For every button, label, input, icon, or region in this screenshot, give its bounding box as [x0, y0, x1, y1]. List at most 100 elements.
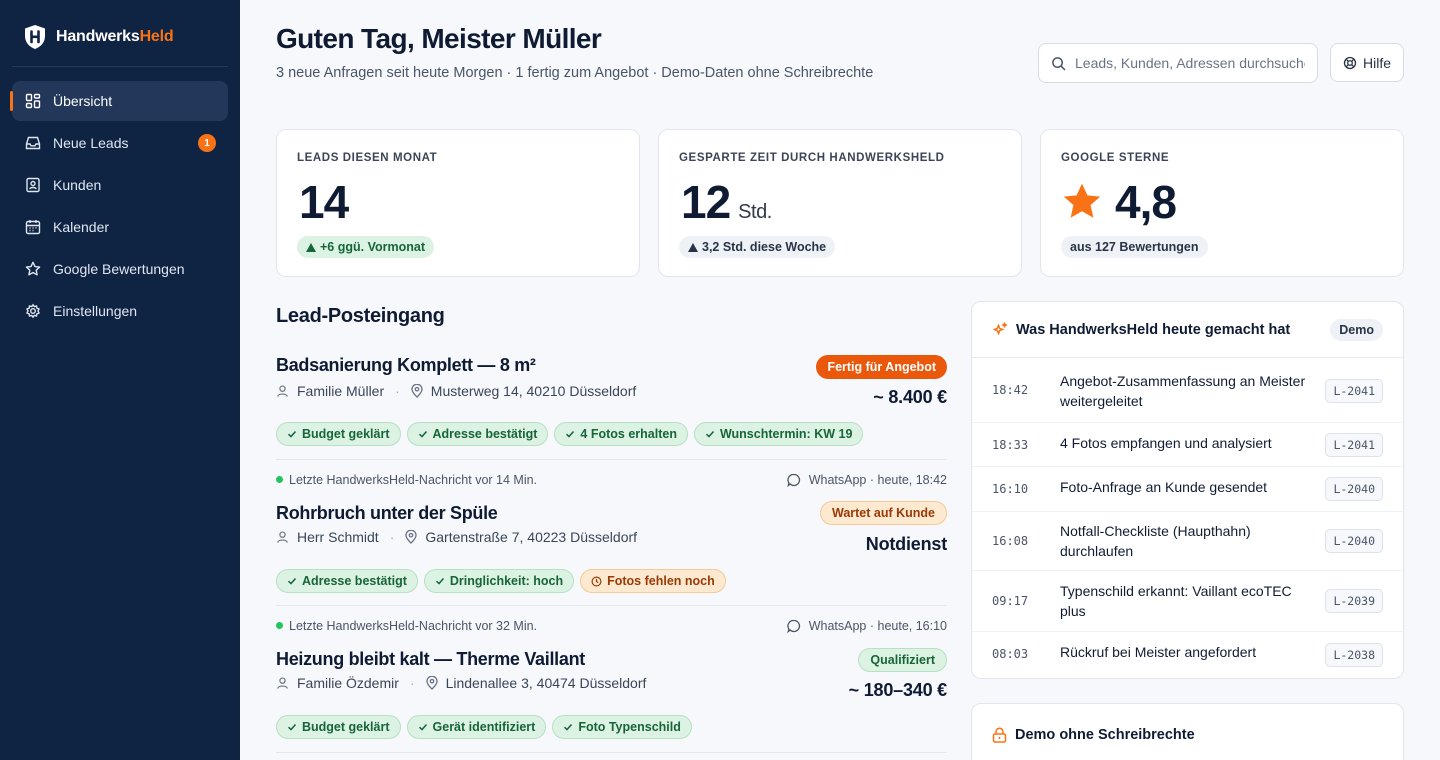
stat-label: GOOGLE STERNE: [1061, 152, 1170, 164]
lead-tags: Adresse bestätigt Dringlichkeit: hoch Fo…: [276, 569, 726, 593]
lead-id-chip[interactable]: L-2040: [1325, 477, 1383, 501]
lead-id-chip[interactable]: L-2039: [1325, 589, 1383, 613]
activity-text: Rückruf bei Meister angefordert: [1060, 644, 1257, 660]
sidebar-nav: Übersicht Neue Leads 1 Kunden Kalender G…: [10, 81, 228, 333]
brand-logo[interactable]: HandwerksHeld: [24, 24, 174, 50]
demo-badge: Demo: [1330, 319, 1383, 341]
help-button[interactable]: Hilfe: [1330, 43, 1404, 82]
activity-row[interactable]: 09:17 Typenschild erkannt: Vaillant ecoT…: [972, 571, 1403, 632]
activity-row[interactable]: 08:03 Rückruf bei Meister angefordert L-…: [972, 632, 1403, 678]
sidebar-item-uebersicht[interactable]: Übersicht: [10, 81, 228, 121]
map-pin-icon: [425, 676, 438, 690]
contacts-icon: [26, 177, 40, 193]
sidebar-item-neue-leads[interactable]: Neue Leads 1: [12, 123, 228, 163]
stat-label: GESPARTE ZEIT DURCH HANDWERKSHELD: [679, 152, 945, 164]
sidebar: HandwerksHeld Übersicht Neue Leads 1 Kun…: [0, 0, 240, 760]
lead-customer: Herr Schmidt: [297, 529, 379, 545]
search-icon: [1052, 56, 1066, 70]
lead-divider: [276, 752, 947, 753]
activity-row[interactable]: 16:10 Foto-Anfrage an Kunde gesendet L-2…: [972, 467, 1403, 512]
map-pin-icon: [405, 530, 418, 544]
star-outline-icon: [25, 261, 41, 276]
check-icon: [287, 430, 297, 438]
lead-info: Familie Özdemir · Lindenallee 3, 40474 D…: [276, 675, 646, 691]
sidebar-item-label: Google Bewertungen: [53, 261, 185, 277]
tag: Foto Typenschild: [552, 715, 692, 739]
lead-meta: Letzte HandwerksHeld-Nachricht vor 14 Mi…: [276, 473, 947, 489]
activity-row[interactable]: 18:33 4 Fotos empfangen und analysiert L…: [972, 423, 1403, 467]
sidebar-item-kunden[interactable]: Kunden: [12, 165, 228, 205]
brand-name: HandwerksHeld: [56, 28, 174, 45]
dashboard-icon: [25, 93, 41, 109]
stat-value: 4,8: [1061, 176, 1177, 228]
search-box[interactable]: [1038, 43, 1318, 83]
tag: Gerät identifiziert: [406, 715, 547, 739]
person-icon: [277, 531, 288, 543]
new-leads-count-badge: 1: [198, 134, 216, 152]
activity-time: 08:03: [992, 647, 1029, 661]
sidebar-item-kalender[interactable]: Kalender: [12, 207, 228, 247]
activity-text: 4 Fotos empfangen und analysiert: [1060, 435, 1272, 451]
check-icon: [564, 723, 573, 731]
lead-id-chip[interactable]: L-2041: [1325, 379, 1383, 403]
lead-meta: Letzte HandwerksHeld-Nachricht vor 32 Mi…: [276, 619, 947, 635]
activity-time: 16:08: [992, 534, 1029, 548]
lead-customer: Familie Özdemir: [297, 675, 399, 691]
sidebar-item-label: Kunden: [53, 177, 102, 193]
sparkle-icon: [993, 321, 1008, 335]
inbox-icon: [25, 136, 41, 150]
lead-tags: Budget geklärt Adresse bestätigt 4 Fotos…: [276, 422, 864, 446]
stat-card-leads: LEADS DIESEN MONAT 14 +6 ggü. Vormonat: [276, 129, 640, 277]
lead-card[interactable]: Letzte HandwerksHeld-Nachricht vor 32 Mi…: [276, 619, 947, 739]
lead-address: Gartenstraße 7, 40223 Düsseldorf: [425, 529, 638, 545]
status-badge: Qualifiziert: [858, 648, 947, 672]
lead-title: Rohrbruch unter der Spüle: [276, 503, 498, 523]
triangle-up-icon: [306, 242, 316, 252]
page-subtitle: 3 neue Anfragen seit heute Morgen · 1 fe…: [276, 65, 874, 81]
lead-id-chip[interactable]: L-2040: [1325, 529, 1383, 553]
lock-icon: [992, 727, 1007, 743]
lead-id-chip[interactable]: L-2038: [1325, 643, 1383, 667]
lifebuoy-icon: [1343, 56, 1357, 69]
sidebar-divider: [12, 66, 228, 67]
activity-time: 16:10: [992, 482, 1029, 496]
triangle-up-icon: [688, 242, 698, 252]
lead-title: Badsanierung Komplett — 8 m²: [276, 355, 536, 375]
stat-label: LEADS DIESEN MONAT: [297, 152, 438, 164]
lead-tags: Budget geklärt Gerät identifiziert Foto …: [276, 715, 692, 739]
lead-channel: WhatsApp · heute, 16:10: [786, 619, 947, 633]
activity-row[interactable]: 18:42 Angebot-Zusammenfassung an Meister…: [972, 358, 1403, 423]
person-icon: [277, 385, 288, 397]
stat-value: 12 Std.: [681, 176, 772, 238]
activity-text: Angebot-Zusammenfassung an Meister weite…: [1060, 373, 1306, 409]
activity-panel-header: Was HandwerksHeld heute gemacht hat Demo: [972, 302, 1403, 358]
activity-time: 18:42: [992, 383, 1029, 397]
stat-trend-badge: +6 ggü. Vormonat: [297, 236, 434, 258]
lead-price: ~ 8.400 €: [873, 387, 947, 407]
shield-logo-icon: [25, 25, 45, 49]
lead-card[interactable]: Badsanierung Komplett — 8 m² Familie Mül…: [276, 354, 947, 446]
sidebar-item-einstellungen[interactable]: Einstellungen: [12, 291, 228, 331]
gear-icon: [26, 303, 40, 319]
sidebar-item-label: Kalender: [53, 219, 110, 235]
sidebar-item-google-bewertungen[interactable]: Google Bewertungen: [12, 249, 228, 289]
activity-text: Notfall-Checkliste (Haupthahn) durchlauf…: [1060, 523, 1251, 559]
tag: Fotos fehlen noch: [580, 569, 726, 593]
lead-card[interactable]: Letzte HandwerksHeld-Nachricht vor 14 Mi…: [276, 473, 947, 593]
lead-id-chip[interactable]: L-2041: [1325, 433, 1383, 457]
lead-address: Lindenallee 3, 40474 Düsseldorf: [445, 675, 647, 691]
lead-title: Heizung bleibt kalt — Therme Vaillant: [276, 649, 585, 669]
status-badge: Wartet auf Kunde: [819, 501, 947, 525]
activity-text: Typenschild erkannt: Vaillant ecoTEC plu…: [1060, 583, 1292, 619]
activity-text: Foto-Anfrage an Kunde gesendet: [1060, 479, 1268, 495]
activity-row[interactable]: 16:08 Notfall-Checkliste (Haupthahn) dur…: [972, 512, 1403, 571]
lead-divider: [276, 605, 947, 606]
calendar-icon: [25, 220, 41, 235]
live-dot: [276, 476, 283, 483]
search-input[interactable]: [1075, 55, 1305, 71]
check-icon: [418, 723, 427, 731]
stat-value: 14: [299, 176, 349, 228]
person-icon: [277, 677, 288, 689]
check-icon: [287, 723, 297, 731]
stat-unit: Std.: [738, 201, 772, 223]
